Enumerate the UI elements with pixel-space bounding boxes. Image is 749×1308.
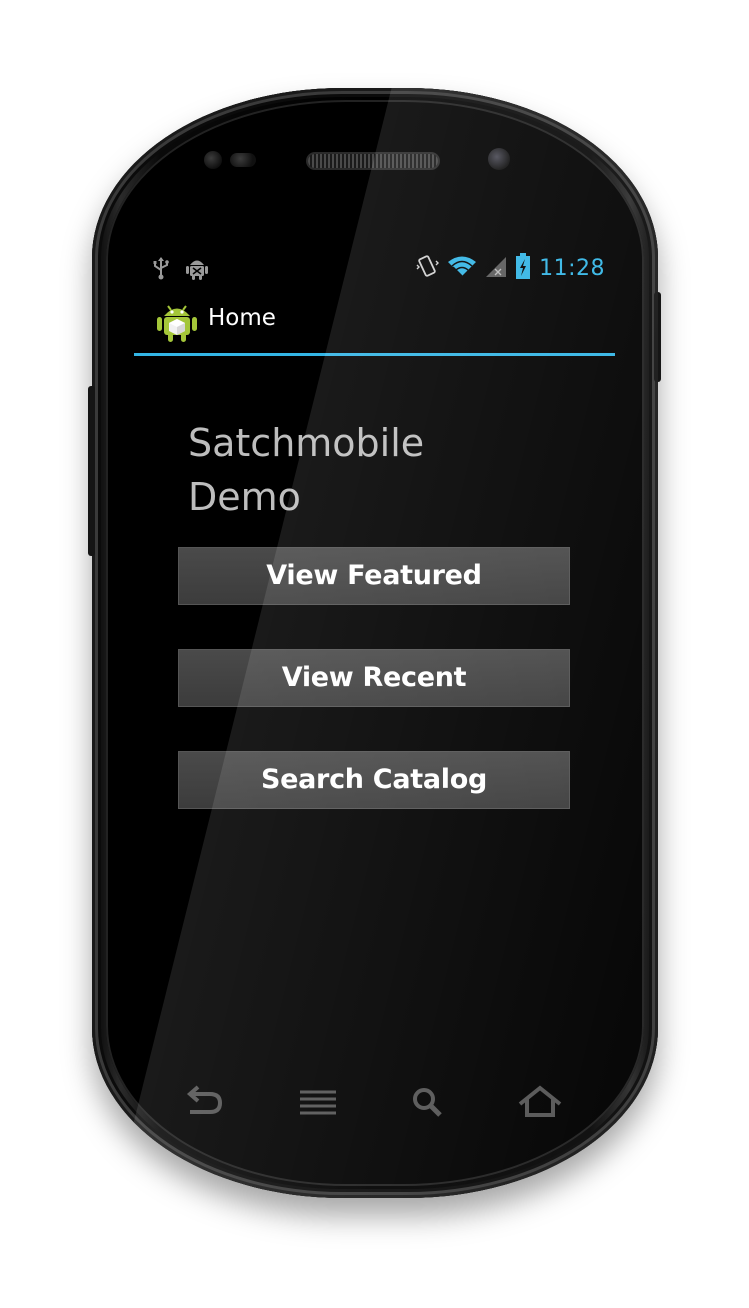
proximity-sensor — [204, 151, 222, 169]
status-right-icons: 11:28 — [415, 253, 605, 283]
home-icon[interactable] — [516, 1082, 564, 1122]
navigation-bar — [134, 1060, 615, 1145]
app-icon[interactable] — [156, 299, 198, 343]
device-frame-stage: 11:28 Home Satchmobile Demo View Feature… — [0, 0, 749, 1308]
action-bar: Home — [134, 285, 615, 356]
android-debug-icon — [184, 255, 210, 286]
status-bar: 11:28 — [134, 247, 615, 286]
action-bar-title: Home — [208, 305, 276, 331]
menu-icon[interactable] — [294, 1082, 342, 1122]
wifi-icon — [447, 254, 477, 282]
device-screen: 11:28 Home Satchmobile Demo View Feature… — [134, 247, 615, 1047]
earpiece-speaker — [308, 154, 438, 168]
front-camera — [488, 148, 510, 170]
search-icon[interactable] — [404, 1082, 452, 1122]
main-content: Satchmobile Demo View Featured View Rece… — [134, 356, 615, 1046]
view-featured-button[interactable]: View Featured — [178, 547, 570, 605]
status-time: 11:28 — [539, 255, 605, 281]
usb-icon — [152, 256, 170, 285]
back-icon[interactable] — [180, 1082, 228, 1122]
power-button — [654, 292, 661, 382]
volume-button — [88, 386, 95, 556]
signal-icon — [485, 254, 507, 282]
view-recent-button[interactable]: View Recent — [178, 649, 570, 707]
search-catalog-button[interactable]: Search Catalog — [178, 751, 570, 809]
page-title: Satchmobile Demo — [188, 421, 425, 519]
vibrate-icon — [415, 253, 440, 283]
light-sensor — [230, 153, 256, 167]
battery-charging-icon — [515, 253, 531, 283]
status-left-icons — [152, 255, 210, 286]
